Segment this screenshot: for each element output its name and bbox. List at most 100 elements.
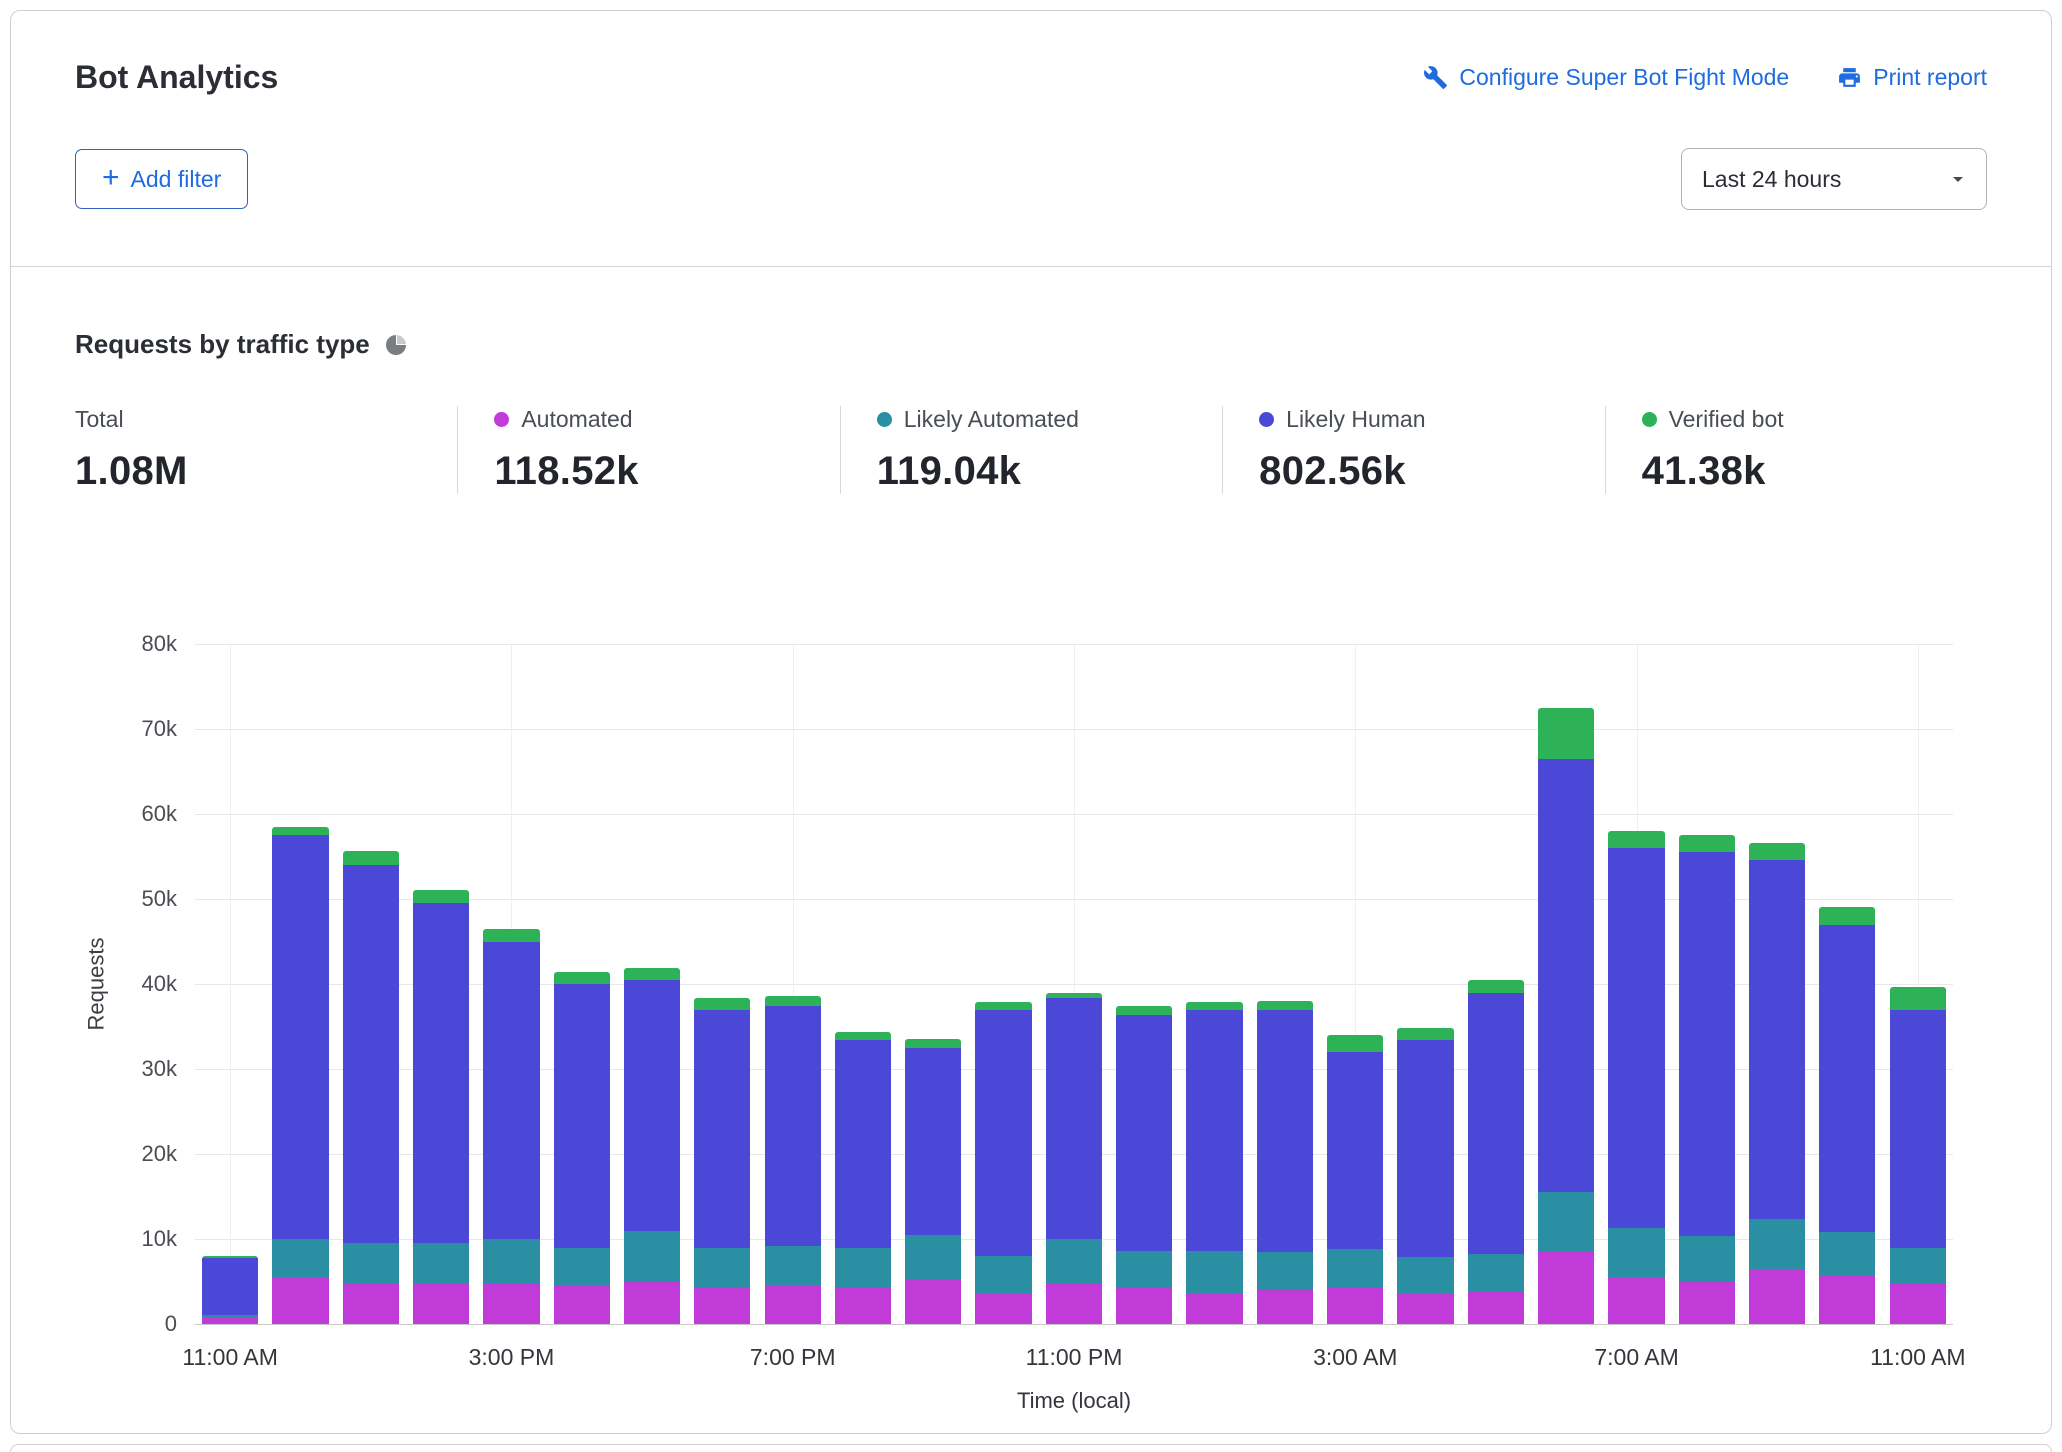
bar-segment-automated xyxy=(975,1293,1031,1324)
stacked-bar xyxy=(1116,1006,1172,1324)
bar-segment-automated xyxy=(1679,1282,1735,1325)
stat-label: Total xyxy=(75,406,124,433)
bar-segment-likely-automated xyxy=(1608,1228,1664,1277)
bar-segment-likely-automated xyxy=(624,1231,680,1282)
bar-segment-likely-human xyxy=(343,865,399,1243)
bar-segment-automated xyxy=(1890,1283,1946,1324)
bar-segment-likely-human xyxy=(835,1040,891,1247)
y-tick-label: 20k xyxy=(142,1141,177,1167)
print-report-link[interactable]: Print report xyxy=(1837,64,1987,91)
bar-segment-automated xyxy=(765,1286,821,1324)
bar-segment-likely-automated xyxy=(975,1256,1031,1293)
pie-chart-icon xyxy=(384,333,408,357)
bar-segment-automated xyxy=(1608,1277,1664,1324)
bar-segment-likely-human xyxy=(694,1010,750,1248)
stacked-bar xyxy=(1046,993,1102,1324)
bar-segment-likely-human xyxy=(272,835,328,1239)
bar-slot xyxy=(1742,644,1812,1324)
bar-segment-verified-bot xyxy=(905,1039,961,1048)
section-title: Requests by traffic type xyxy=(75,329,370,360)
bar-segment-likely-automated xyxy=(1468,1254,1524,1291)
bar-segment-automated xyxy=(835,1287,891,1324)
bar-slot xyxy=(898,644,968,1324)
stacked-bar xyxy=(1538,708,1594,1324)
bar-segment-automated xyxy=(1538,1252,1594,1324)
bar-segment-likely-human xyxy=(975,1010,1031,1256)
bar-segment-verified-bot xyxy=(1468,980,1524,993)
bar-slot xyxy=(828,644,898,1324)
bar-slot xyxy=(476,644,546,1324)
bar-segment-verified-bot xyxy=(1679,835,1735,852)
stacked-bar xyxy=(1186,1002,1242,1324)
legend-dot-automated xyxy=(494,412,509,427)
stacked-bar xyxy=(975,1002,1031,1324)
bar-segment-likely-automated xyxy=(343,1243,399,1284)
bot-analytics-card: Bot Analytics Configure Super Bot Fight … xyxy=(10,10,2052,1434)
bar-segment-verified-bot xyxy=(1608,831,1664,848)
bar-segment-verified-bot xyxy=(1538,708,1594,759)
bar-segment-automated xyxy=(343,1284,399,1324)
bar-segment-likely-automated xyxy=(272,1239,328,1277)
bar-segment-likely-human xyxy=(1046,998,1102,1239)
bar-slot xyxy=(1390,644,1460,1324)
bar-slot xyxy=(1601,644,1671,1324)
bar-slot xyxy=(1179,644,1249,1324)
stacked-bar xyxy=(1327,1035,1383,1324)
bar-segment-likely-human xyxy=(1186,1010,1242,1251)
add-filter-button[interactable]: + Add filter xyxy=(75,149,248,209)
legend-dot-likely-human xyxy=(1259,412,1274,427)
stat-label: Verified bot xyxy=(1669,406,1784,433)
bar-segment-likely-automated xyxy=(1538,1192,1594,1252)
bar-segment-likely-automated xyxy=(765,1246,821,1286)
y-tick-label: 70k xyxy=(142,716,177,742)
bar-segment-automated xyxy=(272,1277,328,1324)
bar-segment-automated xyxy=(1819,1275,1875,1324)
printer-icon xyxy=(1837,65,1862,90)
stacked-bar xyxy=(1749,843,1805,1324)
stacked-bar xyxy=(1397,1028,1453,1324)
bar-slot xyxy=(1672,644,1742,1324)
bar-slot xyxy=(1250,644,1320,1324)
legend-dot-likely-automated xyxy=(877,412,892,427)
bar-segment-automated xyxy=(694,1288,750,1324)
configure-super-bot-fight-mode-link[interactable]: Configure Super Bot Fight Mode xyxy=(1423,64,1789,91)
stat-likely-human: Likely Human 802.56k xyxy=(1222,406,1604,494)
bar-segment-likely-human xyxy=(1890,1010,1946,1248)
bar-segment-automated xyxy=(1186,1293,1242,1324)
stacked-bar xyxy=(1608,831,1664,1324)
stat-label: Likely Human xyxy=(1286,406,1425,433)
bar-segment-likely-human xyxy=(765,1006,821,1246)
bar-slot xyxy=(1883,644,1953,1324)
bar-segment-automated xyxy=(202,1317,258,1324)
y-tick-label: 0 xyxy=(165,1311,177,1337)
bar-slot xyxy=(336,644,406,1324)
bar-segment-likely-human xyxy=(1116,1015,1172,1251)
add-filter-label: Add filter xyxy=(131,166,222,193)
x-axis-labels: 11:00 AM3:00 PM7:00 PM11:00 PM3:00 AM7:0… xyxy=(195,1332,1953,1378)
bar-segment-automated xyxy=(554,1286,610,1324)
x-tick-label: 7:00 PM xyxy=(750,1344,836,1371)
bar-slot xyxy=(547,644,617,1324)
wrench-icon xyxy=(1423,65,1448,90)
y-tick-label: 80k xyxy=(142,631,177,657)
bar-segment-verified-bot xyxy=(1186,1002,1242,1011)
bar-slot xyxy=(265,644,335,1324)
stat-value: 41.38k xyxy=(1642,449,1987,494)
bar-segment-likely-automated xyxy=(1679,1236,1735,1281)
bar-segment-verified-bot xyxy=(1116,1006,1172,1015)
bar-segment-likely-human xyxy=(554,984,610,1248)
bar-segment-likely-automated xyxy=(413,1243,469,1284)
x-tick-label: 11:00 AM xyxy=(1870,1344,1965,1371)
bar-slot xyxy=(1531,644,1601,1324)
stacked-bar xyxy=(554,972,610,1324)
stacked-bar xyxy=(1468,980,1524,1324)
bar-segment-likely-automated xyxy=(1890,1248,1946,1284)
stacked-bar xyxy=(1679,835,1735,1324)
bar-slot xyxy=(1812,644,1882,1324)
stacked-bar xyxy=(1819,907,1875,1324)
x-tick-label: 11:00 AM xyxy=(182,1344,277,1371)
next-card-edge xyxy=(10,1444,2052,1452)
bar-segment-likely-human xyxy=(483,942,539,1240)
bar-segment-likely-automated xyxy=(1257,1252,1313,1290)
time-range-select[interactable]: Last 24 hours xyxy=(1681,148,1987,210)
